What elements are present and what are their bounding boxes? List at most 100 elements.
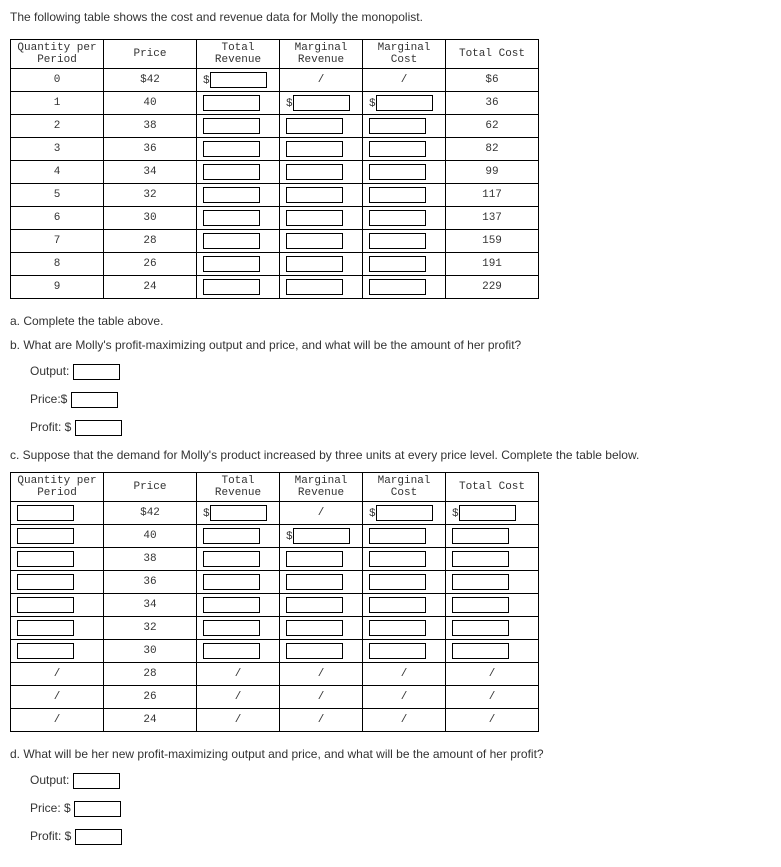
cell-input[interactable] bbox=[286, 597, 343, 613]
table-cell bbox=[11, 571, 104, 594]
table-cell bbox=[11, 640, 104, 663]
cell-input[interactable] bbox=[203, 95, 260, 111]
table-cell: $42 bbox=[104, 502, 197, 525]
cell-input[interactable] bbox=[286, 551, 343, 567]
table-2: Quantity per Period Price Total Revenue … bbox=[10, 472, 539, 732]
cell-input[interactable] bbox=[17, 528, 74, 544]
cell-input[interactable] bbox=[286, 141, 343, 157]
cell-input[interactable] bbox=[369, 141, 426, 157]
cell-input[interactable] bbox=[286, 118, 343, 134]
th-tr-2: Total Revenue bbox=[197, 473, 280, 502]
cell-input[interactable] bbox=[286, 187, 343, 203]
cell-input[interactable] bbox=[203, 597, 260, 613]
table-cell bbox=[280, 548, 363, 571]
cell-input[interactable] bbox=[203, 643, 260, 659]
question-a: a. Complete the table above. bbox=[10, 314, 771, 328]
cell-input[interactable] bbox=[203, 210, 260, 226]
table-cell bbox=[197, 207, 280, 230]
table-cell bbox=[280, 161, 363, 184]
cell-input[interactable] bbox=[286, 574, 343, 590]
cell-input[interactable] bbox=[369, 256, 426, 272]
cell-input[interactable] bbox=[286, 164, 343, 180]
cell-input[interactable] bbox=[369, 643, 426, 659]
cell-input[interactable] bbox=[203, 574, 260, 590]
cell-input[interactable] bbox=[210, 505, 267, 521]
th-price-2: Price bbox=[104, 473, 197, 502]
table-cell bbox=[363, 161, 446, 184]
cell-input[interactable] bbox=[17, 574, 74, 590]
table-cell: / bbox=[363, 69, 446, 92]
cell-input[interactable] bbox=[17, 551, 74, 567]
cell-input[interactable] bbox=[376, 505, 433, 521]
table-cell: 26 bbox=[104, 253, 197, 276]
table-cell: 26 bbox=[104, 686, 197, 709]
cell-input[interactable] bbox=[286, 279, 343, 295]
cell-input[interactable] bbox=[17, 597, 74, 613]
profit-input-d[interactable] bbox=[75, 829, 122, 845]
table-cell: 191 bbox=[446, 253, 539, 276]
cell-input[interactable] bbox=[369, 528, 426, 544]
cell-input[interactable] bbox=[369, 118, 426, 134]
table-row: 924229 bbox=[11, 276, 539, 299]
cell-input[interactable] bbox=[203, 164, 260, 180]
table-cell: / bbox=[11, 686, 104, 709]
table-cell: $ bbox=[446, 502, 539, 525]
cell-input[interactable] bbox=[369, 574, 426, 590]
table-cell bbox=[197, 161, 280, 184]
cell-input[interactable] bbox=[293, 528, 350, 544]
cell-input[interactable] bbox=[17, 643, 74, 659]
table-cell: $ bbox=[363, 502, 446, 525]
cell-input[interactable] bbox=[452, 620, 509, 636]
cell-input[interactable] bbox=[369, 187, 426, 203]
cell-input[interactable] bbox=[203, 256, 260, 272]
cell-input[interactable] bbox=[203, 279, 260, 295]
cell-input[interactable] bbox=[369, 210, 426, 226]
dollar-prefix: $ bbox=[286, 98, 293, 110]
table-row: 32 bbox=[11, 617, 539, 640]
table-cell: / bbox=[280, 663, 363, 686]
cell-input[interactable] bbox=[203, 141, 260, 157]
price-input-b[interactable] bbox=[71, 392, 118, 408]
cell-input[interactable] bbox=[203, 118, 260, 134]
cell-input[interactable] bbox=[452, 597, 509, 613]
cell-input[interactable] bbox=[293, 95, 350, 111]
cell-input[interactable] bbox=[203, 551, 260, 567]
cell-input[interactable] bbox=[17, 620, 74, 636]
cell-input[interactable] bbox=[459, 505, 516, 521]
cell-input[interactable] bbox=[369, 279, 426, 295]
cell-input[interactable] bbox=[210, 72, 267, 88]
table-cell: 30 bbox=[104, 207, 197, 230]
cell-input[interactable] bbox=[369, 551, 426, 567]
th-tc-2: Total Cost bbox=[446, 473, 539, 502]
cell-input[interactable] bbox=[286, 210, 343, 226]
table-cell bbox=[197, 184, 280, 207]
cell-input[interactable] bbox=[286, 233, 343, 249]
price-input-d[interactable] bbox=[74, 801, 121, 817]
output-input-d[interactable] bbox=[73, 773, 120, 789]
cell-input[interactable] bbox=[203, 233, 260, 249]
cell-input[interactable] bbox=[203, 620, 260, 636]
cell-input[interactable] bbox=[452, 643, 509, 659]
cell-input[interactable] bbox=[452, 528, 509, 544]
output-input-b[interactable] bbox=[73, 364, 120, 380]
cell-input[interactable] bbox=[286, 643, 343, 659]
table-cell: / bbox=[446, 663, 539, 686]
cell-input[interactable] bbox=[452, 574, 509, 590]
cell-input[interactable] bbox=[286, 256, 343, 272]
cell-input[interactable] bbox=[203, 187, 260, 203]
cell-input[interactable] bbox=[369, 597, 426, 613]
th-mr-2: Marginal Revenue bbox=[280, 473, 363, 502]
table-row: 36 bbox=[11, 571, 539, 594]
cell-input[interactable] bbox=[369, 164, 426, 180]
table-cell: $ bbox=[363, 92, 446, 115]
cell-input[interactable] bbox=[369, 233, 426, 249]
profit-input-b[interactable] bbox=[75, 420, 122, 436]
cell-input[interactable] bbox=[17, 505, 74, 521]
cell-input[interactable] bbox=[452, 551, 509, 567]
table-cell: 40 bbox=[104, 525, 197, 548]
cell-input[interactable] bbox=[369, 620, 426, 636]
cell-input[interactable] bbox=[203, 528, 260, 544]
cell-input[interactable] bbox=[286, 620, 343, 636]
cell-input[interactable] bbox=[376, 95, 433, 111]
table-cell bbox=[363, 253, 446, 276]
